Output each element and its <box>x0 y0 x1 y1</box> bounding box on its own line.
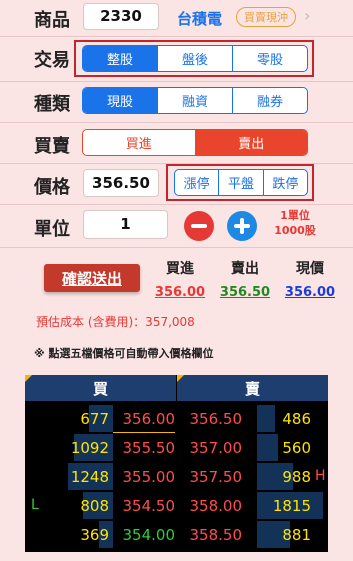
product-label: 商品 <box>34 10 70 31</box>
trade-option-regular[interactable]: 整股 <box>83 46 157 71</box>
order-book-row[interactable]: 1248 355.00 357.50 988 H <box>25 462 328 491</box>
quote-sell: 賣出 356.50 <box>218 258 272 300</box>
bid-volume: 1248 <box>70 467 109 486</box>
plus-icon[interactable] <box>227 211 257 241</box>
quote-sell-label: 賣出 <box>231 261 259 277</box>
bid-price[interactable]: 354.50 <box>113 491 176 520</box>
quote-buy-value[interactable]: 356.00 <box>153 285 207 300</box>
quote-last-label: 現價 <box>296 261 324 277</box>
limit-down-button[interactable]: 跌停 <box>262 170 307 195</box>
order-book-row[interactable]: 1092 355.50 357.00 560 <box>25 433 328 462</box>
divider <box>0 36 353 37</box>
unit-input[interactable]: 1 <box>83 210 168 239</box>
ask-price[interactable]: 357.00 <box>180 433 243 462</box>
unit-note: 1單位 1000股 <box>270 208 320 238</box>
trade-option-odd-lot[interactable]: 零股 <box>232 46 307 71</box>
price-input[interactable]: 356.50 <box>83 169 159 197</box>
side-option-buy[interactable]: 買進 <box>83 130 195 155</box>
price-label: 價格 <box>34 177 70 198</box>
order-book-buy-header: 買 <box>25 375 176 401</box>
ask-price[interactable]: 358.00 <box>180 491 243 520</box>
order-book: 買 賣 677 356.00 356.50 486 1092 355.50 357.00 56… <box>25 375 328 552</box>
trade-option-after-hours[interactable]: 盤後 <box>157 46 232 71</box>
bid-volume: 808 <box>80 496 109 515</box>
trade-label: 交易 <box>34 50 70 71</box>
bid-volume: 677 <box>80 409 109 428</box>
stock-name[interactable]: 台積電 <box>177 8 222 29</box>
side-option-sell[interactable]: 賣出 <box>194 130 307 155</box>
chevron-right-icon[interactable]: › <box>304 6 310 25</box>
bid-volume: 369 <box>80 525 109 544</box>
side-label: 買賣 <box>34 136 70 157</box>
category-option-short[interactable]: 融券 <box>232 88 307 113</box>
order-book-row[interactable]: 808 354.50 358.00 1815 L <box>25 491 328 520</box>
minus-icon[interactable] <box>184 211 214 241</box>
corner-mark-icon <box>177 375 184 382</box>
ask-price[interactable]: 356.50 <box>180 404 243 433</box>
corner-mark-icon <box>25 375 32 382</box>
quote-last-value[interactable]: 356.00 <box>283 285 337 300</box>
estimated-cost: 預估成本 (含費用)：357,008 <box>36 315 195 329</box>
limit-up-button[interactable]: 漲停 <box>175 170 218 195</box>
divider <box>0 204 353 205</box>
best-bid-underline <box>113 432 175 433</box>
ask-price[interactable]: 357.50 <box>180 462 243 491</box>
buy-sell-segment: 買進 賣出 <box>82 129 308 156</box>
bid-price[interactable]: 355.50 <box>113 433 176 462</box>
confirm-submit-button[interactable]: 確認送出 <box>44 264 140 292</box>
category-segment: 現股 融資 融券 <box>82 87 308 114</box>
stock-code-input[interactable]: 2330 <box>83 3 159 30</box>
unit-label: 單位 <box>34 219 70 240</box>
order-book-sell-header: 賣 <box>177 375 328 401</box>
quote-sell-value[interactable]: 356.50 <box>218 285 272 300</box>
price-quick-segment: 漲停 平盤 跌停 <box>174 169 308 196</box>
flat-price-button[interactable]: 平盤 <box>218 170 262 195</box>
quote-last: 現價 356.00 <box>283 258 337 300</box>
order-book-row[interactable]: 677 356.00 356.50 486 <box>25 404 328 433</box>
ask-volume: 1815 <box>272 496 311 515</box>
divider <box>0 81 353 82</box>
category-label: 種類 <box>34 94 70 115</box>
day-trade-tag: 買賣現沖 <box>236 7 296 27</box>
order-book-row[interactable]: 369 354.00 358.50 881 <box>25 520 328 549</box>
ask-volume: 988 <box>282 467 311 486</box>
trade-type-segment: 整股 盤後 零股 <box>82 45 308 72</box>
ask-volume: 560 <box>282 438 311 457</box>
unit-note-line2: 1000股 <box>274 224 316 237</box>
quote-buy-label: 買進 <box>166 261 194 277</box>
bid-volume: 1092 <box>70 438 109 457</box>
ask-volume: 486 <box>282 409 311 428</box>
divider <box>0 247 353 248</box>
quote-buy: 買進 356.00 <box>153 258 207 300</box>
bid-price[interactable]: 356.00 <box>113 404 176 433</box>
high-mark: H <box>315 468 326 484</box>
bid-price[interactable]: 355.00 <box>113 462 176 491</box>
low-mark: L <box>31 497 39 513</box>
category-option-cash[interactable]: 現股 <box>83 88 157 113</box>
category-option-margin[interactable]: 融資 <box>157 88 232 113</box>
ask-volume: 881 <box>282 525 311 544</box>
hint-text: ※ 點選五檔價格可自動帶入價格欄位 <box>34 347 214 360</box>
divider <box>0 122 353 123</box>
ask-price[interactable]: 358.50 <box>180 520 243 549</box>
bid-price[interactable]: 354.00 <box>113 520 176 549</box>
unit-note-line1: 1單位 <box>280 209 310 222</box>
